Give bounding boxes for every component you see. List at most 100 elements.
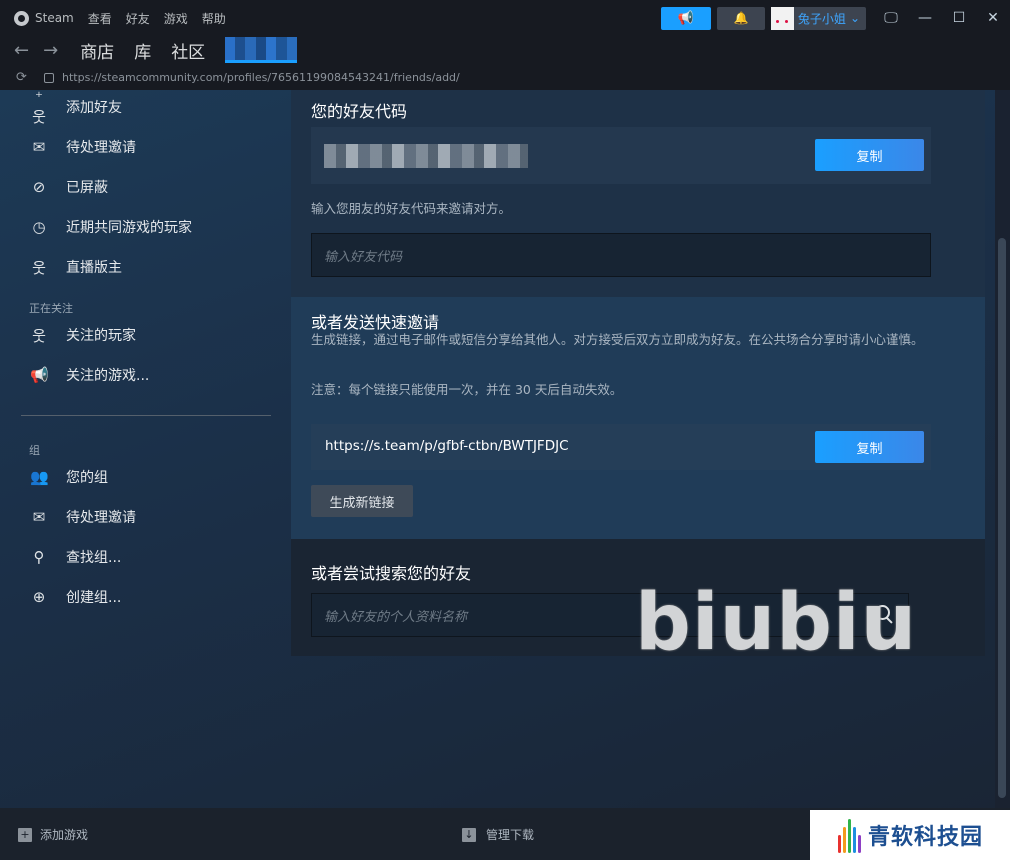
sidebar-item-pending-invites[interactable]: ✉ 待处理邀请 <box>30 136 136 158</box>
nav-arrows: ← → <box>0 40 58 61</box>
minimize-icon[interactable]: — <box>908 0 942 36</box>
sidebar-item-label: 查找组... <box>66 550 122 566</box>
sidebar-item-group-invites[interactable]: ✉ 待处理邀请 <box>30 506 136 528</box>
group-icon: 👥 <box>30 468 49 486</box>
sidebar-divider <box>21 415 271 416</box>
invite-notice: 注意：每个链接只能使用一次，并在 30 天后自动失效。 <box>311 382 623 397</box>
brand-text: 青软科技园 <box>868 825 984 850</box>
envelope-icon: ✉ <box>32 508 46 526</box>
add-game-button[interactable]: + 添加游戏 <box>18 826 88 843</box>
sidebar-item-label: 待处理邀请 <box>66 510 136 526</box>
invite-link-box: https://s.team/p/gfbf-ctbn/BWTJFDJC 复制 <box>311 424 931 470</box>
navigation-bar: ← → 商店 库 社区 <box>0 36 1010 64</box>
sidebar-item-label: 添加好友 <box>66 100 122 116</box>
friend-search-placeholder: 输入好友的个人资料名称 <box>324 609 468 625</box>
menu-games[interactable]: 游戏 <box>164 10 188 27</box>
watermark-text: biubiu <box>635 578 918 668</box>
tab-store[interactable]: 商店 <box>80 38 114 63</box>
download-icon: ↓ <box>462 827 476 842</box>
sidebar-item-add-friend[interactable]: ⁺웃 添加好友 <box>30 90 122 126</box>
sidebar-item-followed-players[interactable]: 웃 关注的玩家 <box>30 324 136 346</box>
manage-downloads-button[interactable]: ↓ 管理下载 <box>462 826 534 843</box>
sidebar-item-label: 近期共同游戏的玩家 <box>66 220 192 236</box>
quick-invite-description: 生成链接，通过电子邮件或短信分享给其他人。对方接受后双方立即成为好友。在公共场合… <box>311 332 924 347</box>
sidebar-item-label: 您的组 <box>66 470 108 486</box>
content-area: ⁺웃 添加好友 ✉ 待处理邀请 ⊘ 已屏蔽 ◷ 近期共同游戏的玩家 웃 直播版主… <box>0 90 1010 808</box>
friend-code-input[interactable]: 输入好友代码 <box>311 233 931 277</box>
add-person-icon: ⁺웃 <box>32 90 46 126</box>
brand-watermark: 青软科技园 <box>810 810 1010 860</box>
tab-library[interactable]: 库 <box>134 38 151 63</box>
announcements-button[interactable]: 📢 <box>660 6 711 30</box>
close-icon[interactable]: ✕ <box>976 0 1010 36</box>
blocked-icon: ⊘ <box>32 178 46 196</box>
person-icon: 웃 <box>32 258 46 277</box>
clock-icon: ◷ <box>32 218 46 236</box>
friend-code-section: 您的好友代码 复制 输入您朋友的好友代码来邀请对方。 输入好友代码 <box>291 90 985 297</box>
friend-code-box: 复制 <box>311 127 931 184</box>
copy-code-button[interactable]: 复制 <box>815 139 924 171</box>
url-bar: ⟳ https://steamcommunity.com/profiles/76… <box>0 64 1010 90</box>
sidebar-item-your-groups[interactable]: 👥 您的组 <box>30 466 108 488</box>
sidebar-item-find-groups[interactable]: ⚲ 查找组... <box>30 546 122 568</box>
enter-code-hint: 输入您朋友的好友代码来邀请对方。 <box>311 201 512 216</box>
envelope-icon: ✉ <box>32 138 46 156</box>
steam-logo-icon <box>14 10 29 26</box>
sidebar-item-blocked[interactable]: ⊘ 已屏蔽 <box>30 176 108 198</box>
scrollbar-thumb[interactable] <box>998 238 1006 798</box>
menu-view[interactable]: 查看 <box>88 10 112 27</box>
megaphone-icon: 📢 <box>677 10 695 26</box>
tab-community[interactable]: 社区 <box>171 38 205 63</box>
menu-bar: Steam 查看 好友 游戏 帮助 <box>0 10 226 27</box>
sidebar-item-followed-games[interactable]: 📢 关注的游戏... <box>30 364 149 386</box>
groups-section-header: 组 <box>29 444 40 457</box>
notifications-button[interactable]: 🔔 <box>716 6 765 30</box>
sidebar-item-recent-players[interactable]: ◷ 近期共同游戏的玩家 <box>30 216 192 238</box>
invite-link-text[interactable]: https://s.team/p/gfbf-ctbn/BWTJFDJC <box>325 438 569 454</box>
sidebar-item-create-group[interactable]: ⊕ 创建组... <box>30 586 122 608</box>
maximize-icon[interactable]: ☐ <box>942 0 976 36</box>
sidebar-item-label: 关注的游戏... <box>66 368 150 384</box>
nav-tabs: 商店 库 社区 <box>80 37 298 63</box>
reload-icon[interactable]: ⟳ <box>0 70 44 85</box>
plus-icon: + <box>18 827 32 842</box>
main-panel: 您的好友代码 复制 输入您朋友的好友代码来邀请对方。 输入好友代码 或者发送快速… <box>291 90 985 656</box>
quick-invite-section: 或者发送快速邀请 生成链接，通过电子邮件或短信分享给其他人。对方接受后双方立即成… <box>291 297 985 539</box>
tab-profile-pixelated[interactable] <box>225 37 298 63</box>
chevron-down-icon: ⌄ <box>849 11 860 25</box>
megaphone-icon: 📢 <box>30 366 49 384</box>
copy-link-button[interactable]: 复制 <box>815 431 924 463</box>
lock-icon <box>44 73 54 83</box>
sidebar-item-broadcast-moderator[interactable]: 웃 直播版主 <box>30 256 122 278</box>
forward-arrow-icon[interactable]: → <box>43 40 58 61</box>
title-bar: Steam 查看 好友 游戏 帮助 📢 🔔 兔子小姐 ⌄ 🖵 — ☐ ✕ <box>0 0 1010 36</box>
menu-friends[interactable]: 好友 <box>126 10 150 27</box>
brand-logo-icon <box>836 815 862 855</box>
followed-person-icon: 웃 <box>32 326 46 345</box>
bell-icon: 🔔 <box>733 11 749 25</box>
scrollbar[interactable] <box>995 90 1010 808</box>
avatar <box>770 6 794 30</box>
url-text[interactable]: https://steamcommunity.com/profiles/7656… <box>62 71 460 84</box>
title-controls: 📢 🔔 兔子小姐 ⌄ 🖵 — ☐ ✕ <box>660 0 1010 36</box>
friend-code-title: 您的好友代码 <box>311 102 408 121</box>
manage-downloads-label: 管理下载 <box>486 828 535 842</box>
quick-invite-title: 或者发送快速邀请 <box>311 313 440 332</box>
steam-menu-label: Steam <box>35 11 74 25</box>
sidebar-item-label: 创建组... <box>66 590 122 606</box>
menu-help[interactable]: 帮助 <box>202 10 226 27</box>
sidebar: ⁺웃 添加好友 ✉ 待处理邀请 ⊘ 已屏蔽 ◷ 近期共同游戏的玩家 웃 直播版主… <box>0 90 290 808</box>
add-game-label: 添加游戏 <box>40 828 89 842</box>
plus-circle-icon: ⊕ <box>32 588 46 606</box>
generate-link-button[interactable]: 生成新链接 <box>311 485 413 517</box>
sidebar-item-label: 待处理邀请 <box>66 140 136 156</box>
sidebar-item-label: 已屏蔽 <box>66 180 108 196</box>
friend-code-pixelated <box>324 144 528 168</box>
sidebar-item-label: 直播版主 <box>66 260 122 276</box>
following-section-header: 正在关注 <box>29 302 73 315</box>
big-picture-icon[interactable]: 🖵 <box>874 0 908 36</box>
account-menu-button[interactable]: 兔子小姐 ⌄ <box>770 6 866 30</box>
search-friends-title: 或者尝试搜索您的好友 <box>311 564 472 583</box>
steam-menu[interactable]: Steam <box>14 10 74 26</box>
back-arrow-icon[interactable]: ← <box>14 40 29 61</box>
